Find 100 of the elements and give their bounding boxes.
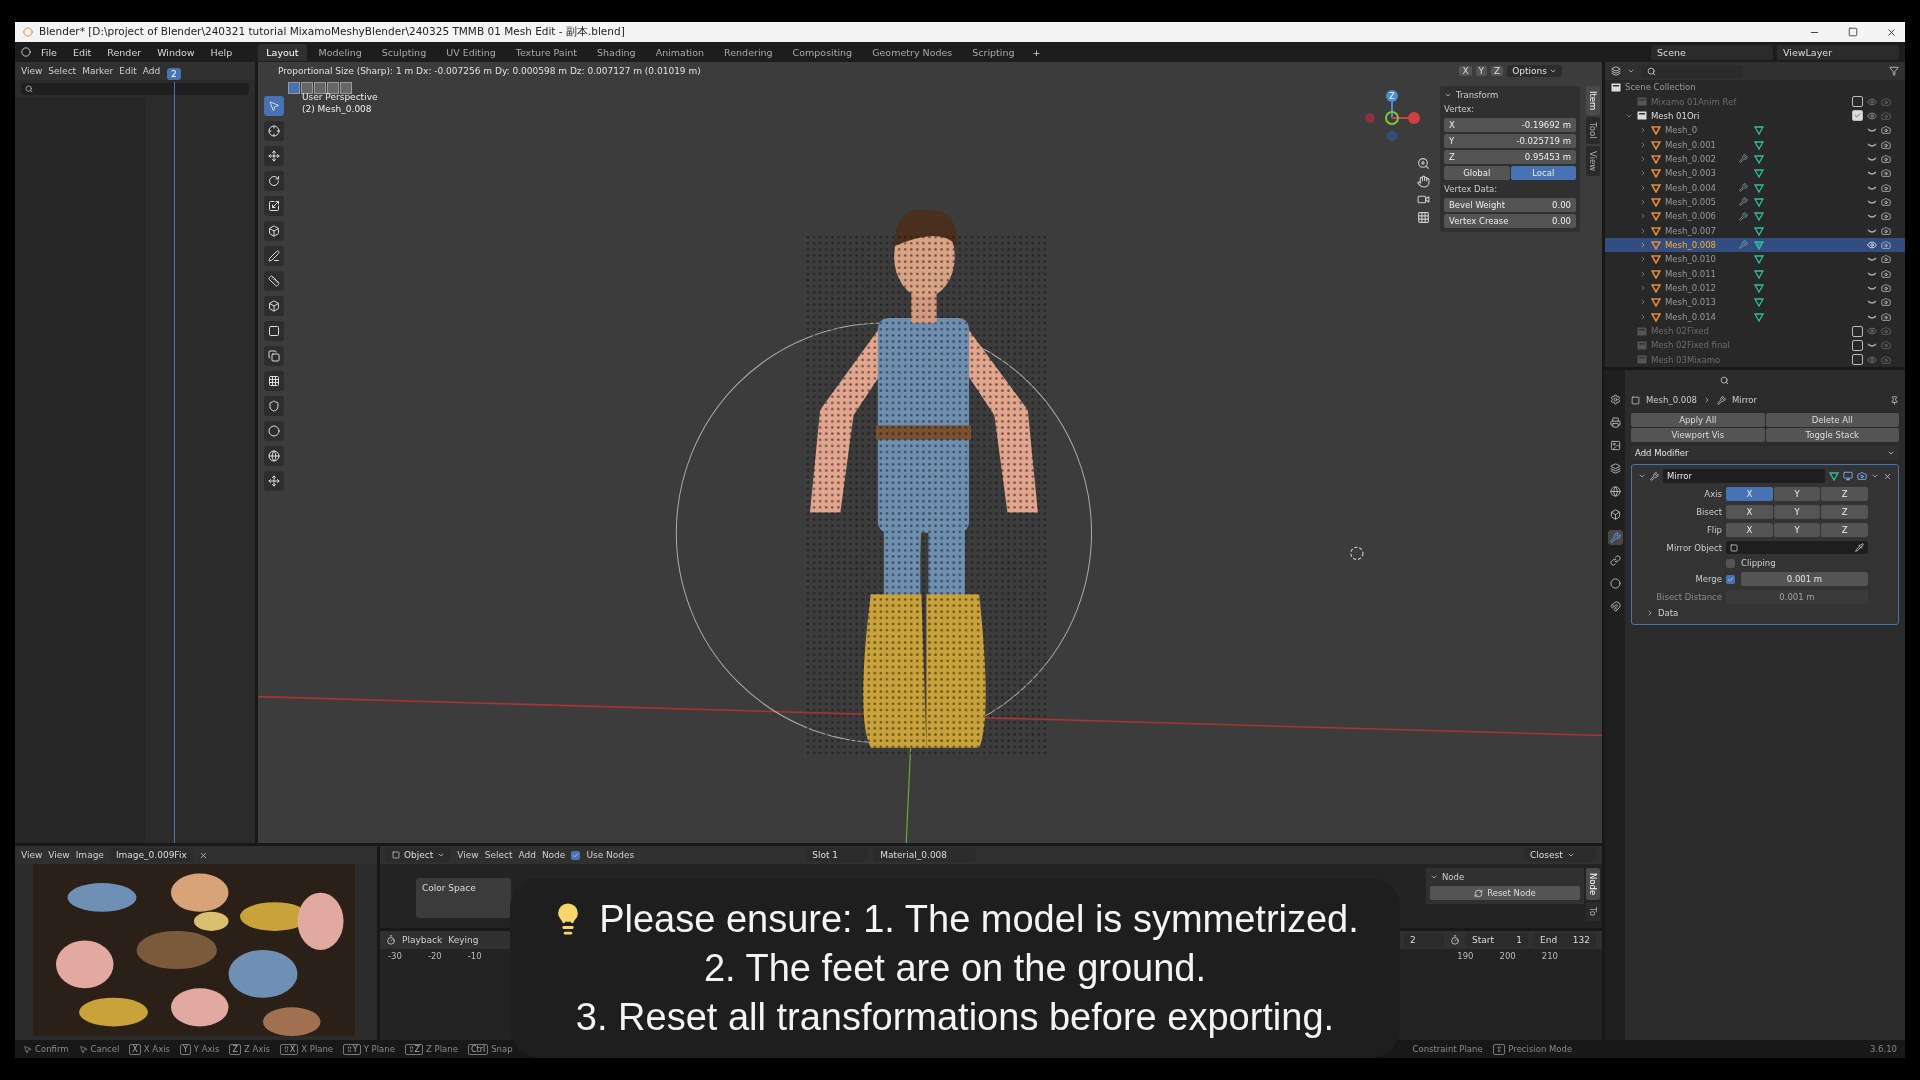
modifier-action-button[interactable]: Toggle Stack (1765, 428, 1899, 442)
camera-icon[interactable] (1881, 168, 1891, 179)
outliner-item[interactable]: Mesh 01Ori (1651, 110, 1700, 121)
editor-type-icon[interactable] (386, 935, 396, 945)
tool-button[interactable] (264, 221, 284, 241)
menu-item[interactable]: View (21, 66, 43, 76)
outliner-item[interactable]: Mesh_0.006 (1665, 211, 1735, 222)
close-icon[interactable] (1883, 471, 1892, 481)
camera-icon[interactable] (1881, 153, 1891, 164)
search-field[interactable] (21, 83, 249, 95)
eye-icon[interactable] (1867, 110, 1877, 121)
outliner-item[interactable]: Mesh_0 (1665, 125, 1735, 136)
box-icon[interactable] (1609, 509, 1621, 520)
axis-toggle[interactable]: Z (1821, 487, 1868, 501)
outliner-row[interactable]: Mesh_0.008 (1605, 237, 1905, 253)
camera-icon[interactable] (1881, 182, 1891, 193)
material-selector[interactable]: Material_0.008 (874, 848, 977, 862)
wrench-icon[interactable] (1739, 154, 1748, 164)
menu-item[interactable]: Edit (66, 44, 98, 60)
workspace-tab[interactable]: Geometry Nodes (864, 43, 961, 61)
menu-item[interactable]: Window (151, 44, 201, 60)
axis-toggle[interactable]: X (1726, 487, 1773, 501)
collapse-icon[interactable] (1444, 91, 1452, 99)
image-selector[interactable]: Image_0.009Fix (109, 848, 193, 862)
menu-item[interactable]: View (48, 850, 70, 860)
workspace-tab[interactable]: UV Editing (438, 43, 504, 61)
menu-item[interactable]: View (21, 850, 43, 860)
dropdown-caret-icon[interactable] (1871, 472, 1879, 480)
viewport-display-icon[interactable] (1843, 471, 1853, 481)
breadcrumb-item[interactable]: Mesh_0.008 (1646, 395, 1697, 405)
wrench-icon[interactable] (1739, 197, 1748, 207)
outliner-row[interactable]: Mesh_0.005 (1605, 194, 1905, 210)
menu-dropdown[interactable]: Keying (448, 935, 479, 945)
slot-selector[interactable]: Slot 1 (806, 848, 869, 862)
wrench-icon[interactable] (1739, 183, 1748, 193)
camera-icon[interactable] (1881, 211, 1891, 222)
grid-icon[interactable] (1417, 211, 1430, 224)
tool-settings-icon[interactable] (1609, 394, 1621, 405)
pan-icon[interactable] (1417, 175, 1430, 188)
subpanel-header[interactable]: Data (1658, 608, 1679, 618)
end-frame-field[interactable]: End 132 (1534, 933, 1596, 947)
modifier-action-button[interactable]: Apply All (1631, 413, 1765, 427)
collapse-icon[interactable] (1430, 873, 1438, 881)
coordinate-field[interactable]: Z 0.95453 m (1444, 150, 1576, 164)
tool-button[interactable] (264, 146, 284, 166)
camera-icon[interactable] (1881, 139, 1891, 150)
camera-icon[interactable] (1881, 225, 1891, 236)
render-icon[interactable] (1857, 471, 1867, 481)
mode-selector[interactable]: Object (386, 848, 452, 862)
camera-icon[interactable] (1881, 283, 1891, 293)
space-toggle[interactable]: Global (1444, 166, 1510, 180)
menu-item[interactable]: Node (541, 850, 566, 860)
outliner-item[interactable]: Mesh_0.013 (1665, 297, 1735, 308)
axis-toggle[interactable]: Z (1491, 66, 1504, 76)
axis-toggle[interactable]: Y (1773, 523, 1821, 537)
outliner-row[interactable]: Mesh_0.007 (1605, 223, 1905, 238)
menu-item[interactable]: Select (48, 66, 77, 76)
camera-icon[interactable] (1881, 254, 1891, 265)
tool-button[interactable] (264, 246, 284, 266)
current-frame-field[interactable]: 2 (1404, 933, 1444, 947)
timer-icon[interactable] (1450, 935, 1460, 945)
layers-icon[interactable] (1609, 463, 1621, 474)
menu-item[interactable]: Select (484, 850, 513, 860)
display-mode-icon[interactable] (1611, 66, 1621, 76)
object-picker-field[interactable] (1726, 541, 1868, 554)
close-icon[interactable] (1886, 26, 1897, 38)
tool-button[interactable] (264, 421, 284, 441)
tool-button[interactable] (264, 121, 284, 141)
coordinate-field[interactable]: X -0.19692 m (1444, 118, 1576, 132)
outliner-item[interactable]: Mesh_0.004 (1665, 182, 1735, 193)
outliner-row[interactable]: Mesh_0.002 (1605, 151, 1905, 167)
outliner-row[interactable]: Mesh_0.004 (1605, 180, 1905, 195)
camera-icon[interactable] (1881, 268, 1891, 279)
axis-toggle[interactable]: X (1726, 523, 1773, 537)
menu-dropdown[interactable]: Playback (402, 935, 443, 945)
wrench-icon[interactable] (1739, 211, 1748, 221)
tool-button[interactable] (264, 196, 284, 216)
workspace-tab[interactable]: Shading (589, 43, 644, 61)
tool-button[interactable] (264, 171, 284, 191)
scene-selector[interactable]: Scene (1651, 44, 1773, 60)
camera-icon[interactable] (1881, 125, 1891, 136)
axis-toggle[interactable]: Z (1821, 505, 1868, 519)
workspace-tab[interactable]: Texture Paint (507, 43, 586, 61)
menu-item[interactable]: Help (204, 44, 239, 60)
modifier-action-button[interactable]: Delete All (1765, 413, 1899, 427)
camera-icon[interactable] (1881, 196, 1891, 207)
add-workspace-button[interactable]: + (1026, 44, 1047, 60)
menu-item[interactable]: Render (101, 44, 148, 60)
maximize-icon[interactable] (1848, 26, 1858, 37)
sidebar-tab[interactable]: View (1586, 145, 1600, 177)
use-nodes-checkbox[interactable] (571, 850, 581, 860)
globe-icon[interactable] (1609, 486, 1621, 497)
menu-item[interactable]: Add (518, 850, 536, 860)
workspace-tab[interactable]: Layout (258, 43, 307, 61)
modifier-name-field[interactable]: Mirror (1663, 469, 1825, 483)
current-frame-indicator[interactable]: 2 (167, 68, 181, 80)
merge-checkbox[interactable] (1726, 574, 1735, 584)
workspace-tab[interactable]: Animation (647, 43, 713, 61)
workspace-tab[interactable]: Rendering (716, 43, 781, 61)
space-toggle[interactable]: Local (1510, 166, 1576, 180)
